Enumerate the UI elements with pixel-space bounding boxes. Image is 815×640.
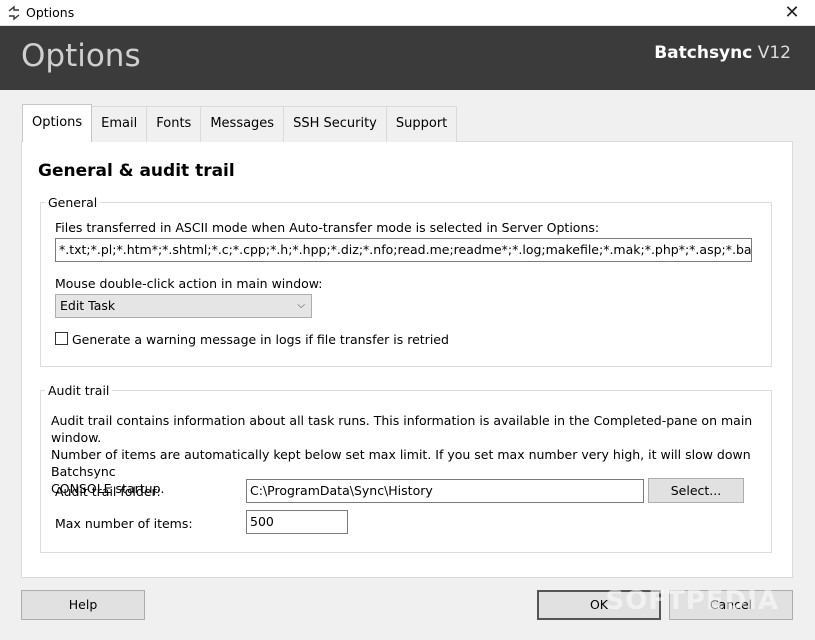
dblclick-action-label: Mouse double-click action in main window… [55,276,323,291]
window-title: Options [26,5,75,20]
tab-options[interactable]: Options [22,104,93,142]
brand-name: Batchsync [654,43,753,63]
help-button[interactable]: Help [21,590,145,620]
tab-email[interactable]: Email [91,106,148,142]
brand-label: Batchsync V12 [654,43,791,63]
audit-description-line: Number of items are automatically kept b… [51,447,751,479]
audit-folder-input[interactable]: C:\ProgramData\Sync\History [246,479,644,503]
tab-ssh-security[interactable]: SSH Security [283,106,387,142]
tab-messages[interactable]: Messages [200,106,285,142]
tab-support[interactable]: Support [385,106,458,142]
audit-folder-label: Audit trail folder: [55,484,161,499]
header-banner: Options Batchsync V12 [0,26,815,90]
select-folder-button[interactable]: Select... [648,478,744,503]
dblclick-action-select[interactable]: Edit Task ⌵ [55,294,312,318]
max-items-label: Max number of items: [55,516,193,531]
close-icon[interactable]: ✕ [769,0,815,26]
max-items-input[interactable]: 500 [246,510,348,534]
chevron-down-icon: ⌵ [297,300,305,311]
page-title: Options [21,38,141,74]
audit-description-line: Audit trail contains information about a… [51,413,753,445]
dblclick-action-value: Edit Task [60,298,116,313]
general-legend: General [45,195,101,210]
softpedia-watermark: SOFTPEDIA [605,586,779,616]
retry-warning-label[interactable]: Generate a warning message in logs if fi… [72,332,449,347]
tab-fonts[interactable]: Fonts [146,106,202,142]
brand-version: V12 [757,43,791,63]
ascii-mode-input[interactable]: *.txt;*.pl;*.htm*;*.shtml;*.c;*.cpp;*.h;… [55,238,752,262]
sync-app-icon [8,5,20,21]
retry-warning-checkbox[interactable] [55,332,68,345]
ascii-mode-label: Files transferred in ASCII mode when Aut… [55,220,600,235]
audit-trail-legend: Audit trail [45,383,113,398]
window-titlebar: Options ✕ [0,0,815,26]
tab-strip: Options Email Fonts Messages SSH Securit… [22,104,458,142]
section-title: General & audit trail [38,161,235,181]
